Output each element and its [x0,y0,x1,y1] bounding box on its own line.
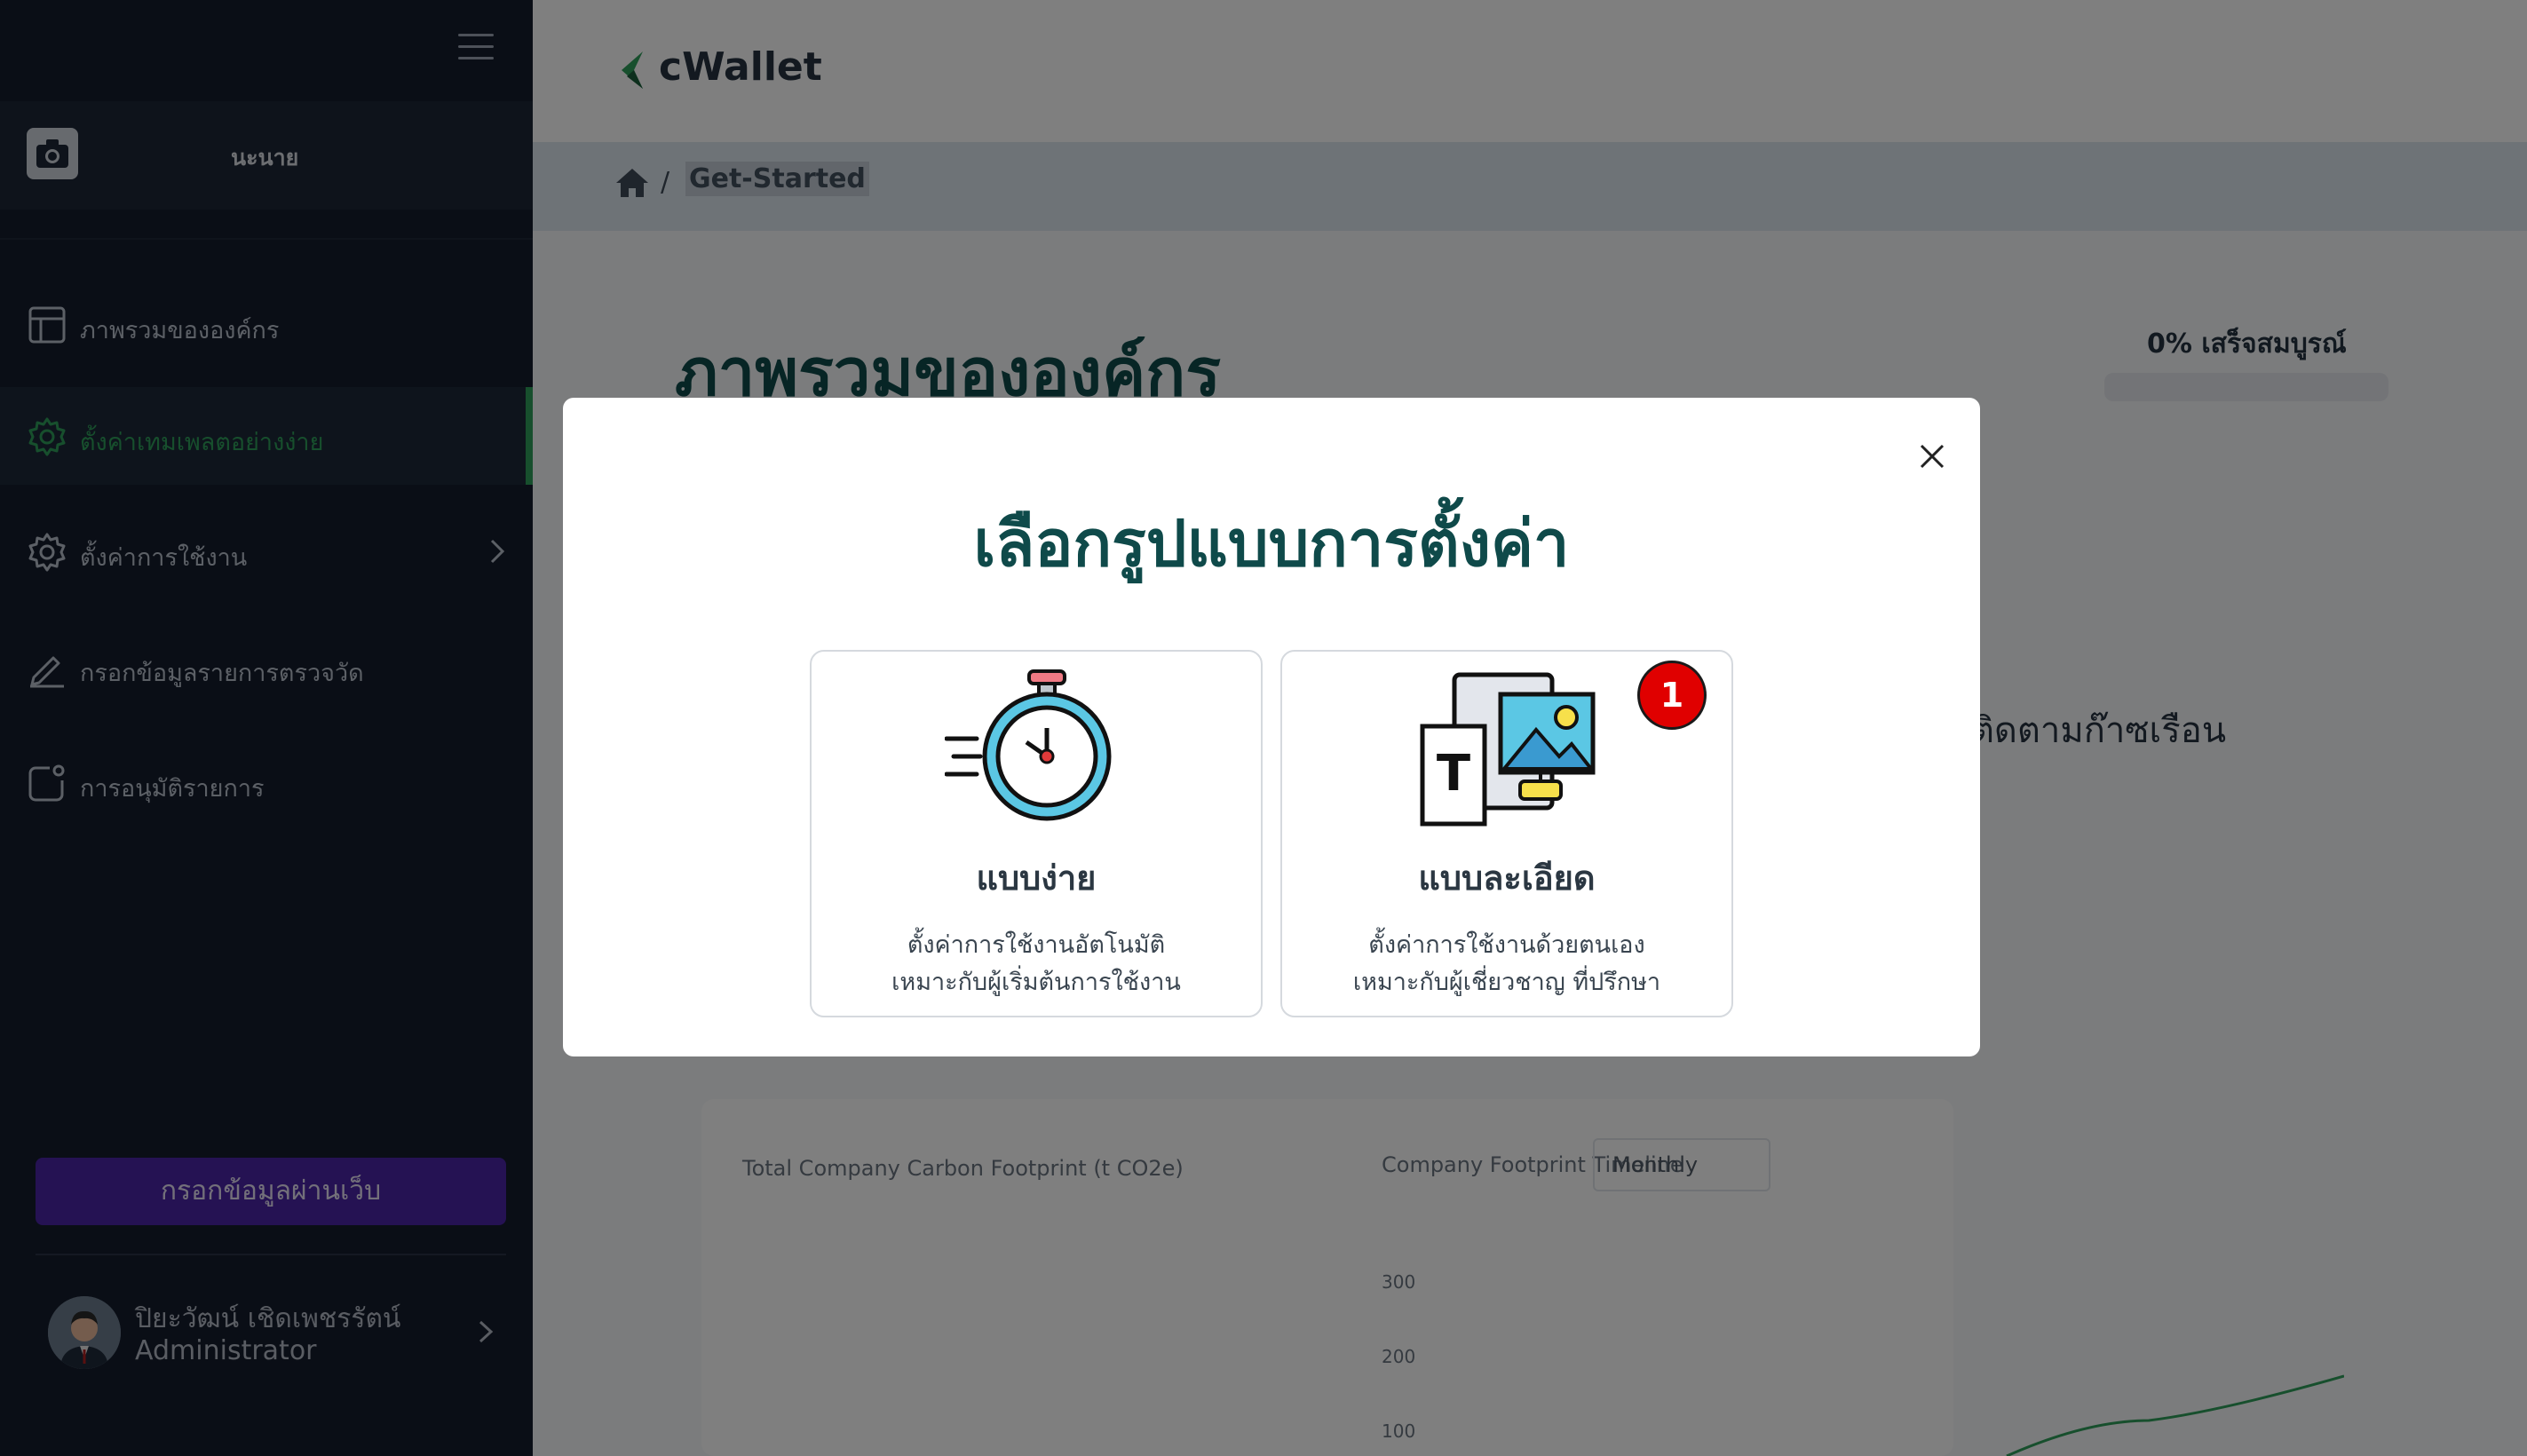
option-description: เหมาะกับผู้เริ่มต้นการใช้งาน [891,969,1181,996]
setup-mode-modal: เลือกรูปแบบการตั้งค่า แบบง่าย ตั้งค่าการ… [563,398,1980,1056]
modal-title: เลือกรูปแบบการตั้งค่า [973,506,1570,581]
option-title: แบบง่าย [976,859,1097,898]
close-icon[interactable] [1916,440,1948,472]
svg-text:T: T [1437,745,1470,803]
option-description: ตั้งค่าการใช้งานอัตโนมัติ [907,931,1166,959]
option-simple-card[interactable]: แบบง่าย ตั้งค่าการใช้งานอัตโนมัติ เหมาะก… [810,650,1263,1017]
stopwatch-icon [945,669,1112,821]
option-detailed-card[interactable]: T แบบละเอียด ตั้งค่าการใช้งานด้วยตนเอง เ… [1280,650,1733,1017]
option-description: ตั้งค่าการใช้งานด้วยตนเอง [1368,931,1645,959]
devices-icon: T [1420,672,1596,827]
step-badge: 1 [1637,661,1707,730]
option-title: แบบละเอียด [1418,859,1596,898]
option-description: เหมาะกับผู้เชี่ยวชาญ ที่ปรึกษา [1352,969,1661,996]
